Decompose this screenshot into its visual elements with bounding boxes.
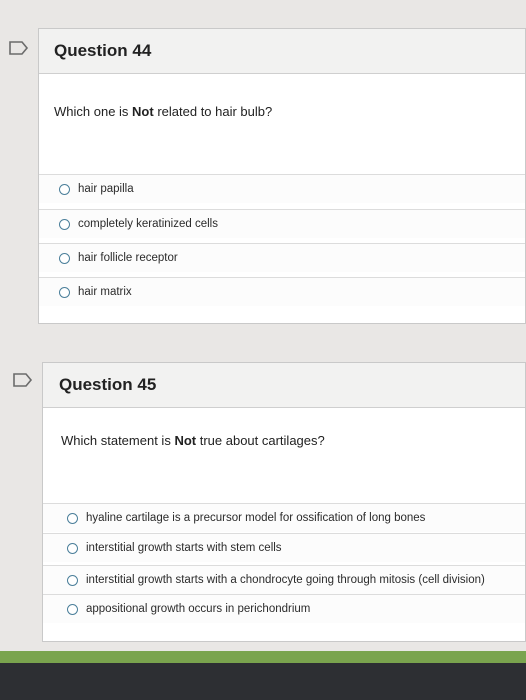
radio-button-icon[interactable]	[67, 542, 78, 554]
prompt-text: Which one is	[54, 104, 133, 119]
bottom-bar	[0, 663, 526, 700]
radio-button-icon[interactable]	[59, 183, 70, 195]
prompt-text: related to hair bulb?	[153, 104, 273, 119]
answer-label: hyaline cartilage is a precursor model f…	[86, 512, 426, 524]
radio-button-icon[interactable]	[67, 574, 78, 586]
answer-option[interactable]: appositional growth occurs in perichondr…	[43, 594, 525, 623]
flag-icon[interactable]	[12, 372, 34, 388]
radio-button-icon[interactable]	[67, 603, 78, 615]
prompt-text: Which statement is	[61, 433, 175, 448]
answer-label: completely keratinized cells	[78, 218, 218, 230]
radio-button-icon[interactable]	[59, 286, 70, 298]
question-45-card: Question 45 Which statement is Not true …	[42, 362, 526, 642]
answer-option[interactable]: hyaline cartilage is a precursor model f…	[43, 503, 525, 532]
radio-button-icon[interactable]	[67, 512, 78, 524]
answer-label: interstitial growth starts with stem cel…	[86, 542, 282, 554]
question-title: Question 44	[54, 41, 152, 60]
question-44-card: Question 44 Which one is Not related to …	[38, 28, 526, 324]
question-prompt: Which statement is Not true about cartil…	[61, 433, 325, 448]
answer-option[interactable]: interstitial growth starts with a chondr…	[43, 565, 525, 594]
answer-label: interstitial growth starts with a chondr…	[86, 574, 485, 586]
question-prompt: Which one is Not related to hair bulb?	[54, 104, 272, 119]
question-title: Question 45	[59, 375, 157, 394]
flag-icon[interactable]	[8, 40, 30, 56]
prompt-text: true about cartilages?	[196, 433, 325, 448]
answer-option[interactable]: hair papilla	[39, 174, 525, 203]
radio-button-icon[interactable]	[59, 252, 70, 264]
answer-option[interactable]: interstitial growth starts with stem cel…	[43, 533, 525, 562]
answer-label: hair papilla	[78, 183, 134, 195]
prompt-emphasis: Not	[174, 433, 197, 448]
radio-button-icon[interactable]	[59, 218, 70, 230]
question-header: Question 44	[39, 29, 525, 74]
answer-option[interactable]: completely keratinized cells	[39, 209, 525, 238]
answer-label: hair follicle receptor	[78, 252, 178, 264]
answer-option[interactable]: hair matrix	[39, 277, 525, 306]
prompt-emphasis: Not	[132, 104, 154, 119]
answer-label: appositional growth occurs in perichondr…	[86, 603, 311, 615]
answer-label: hair matrix	[78, 286, 132, 298]
question-header: Question 45	[43, 363, 525, 408]
status-strip	[0, 651, 526, 663]
answer-option[interactable]: hair follicle receptor	[39, 243, 525, 272]
